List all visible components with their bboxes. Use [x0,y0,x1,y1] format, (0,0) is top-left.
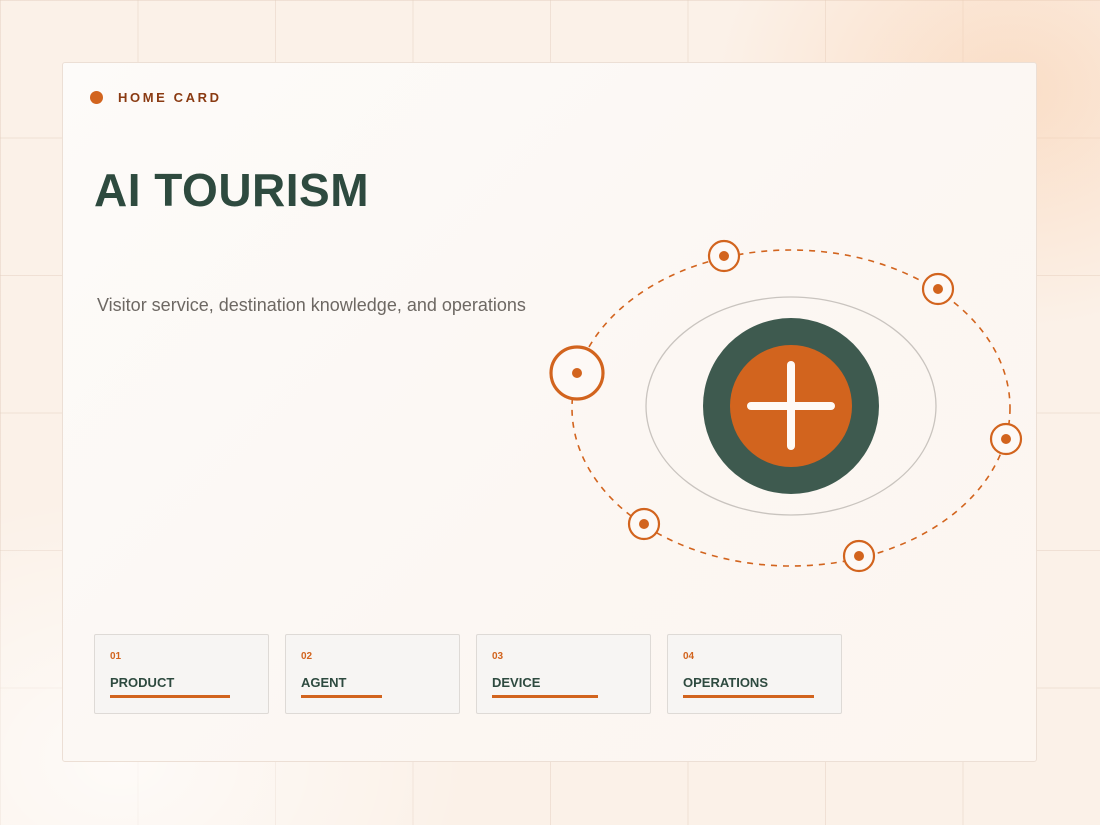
home-card: HOME CARD AI TOURISM Visitor service, de… [62,62,1037,762]
module-number: 02 [301,651,313,662]
orbit-illustration [549,239,1023,573]
eyebrow-label: HOME CARD [118,90,222,105]
orbit-node [707,239,741,273]
orbit-node-large [549,345,605,401]
module-number: 03 [492,651,504,662]
orbit-node [842,539,876,573]
card-title: AI TOURISM [94,164,370,216]
orbit-node [989,422,1023,456]
card-subtitle: Visitor service, destination knowledge, … [97,295,526,315]
module-label: OPERATIONS [683,675,768,690]
module-card-agent[interactable]: 02 AGENT [285,634,460,714]
module-underline [492,695,598,698]
module-label: AGENT [301,675,347,690]
module-label: PRODUCT [110,675,175,690]
orbit-node [627,507,661,541]
module-underline [110,695,230,698]
module-number: 04 [683,651,695,662]
orbit-node [921,272,955,306]
card-eyebrow: HOME CARD [90,90,222,105]
module-label: DEVICE [492,675,541,690]
module-card-operations[interactable]: 04 OPERATIONS [667,634,842,714]
module-underline [301,695,382,698]
module-number: 01 [110,651,122,662]
module-card-device[interactable]: 03 DEVICE [476,634,651,714]
eyebrow-dot-icon [90,91,103,104]
module-card-product[interactable]: 01 PRODUCT [94,634,269,714]
module-list: 01 PRODUCT 02 AGENT 03 DEVICE 04 OPERATI… [94,634,858,714]
module-underline [683,695,814,698]
